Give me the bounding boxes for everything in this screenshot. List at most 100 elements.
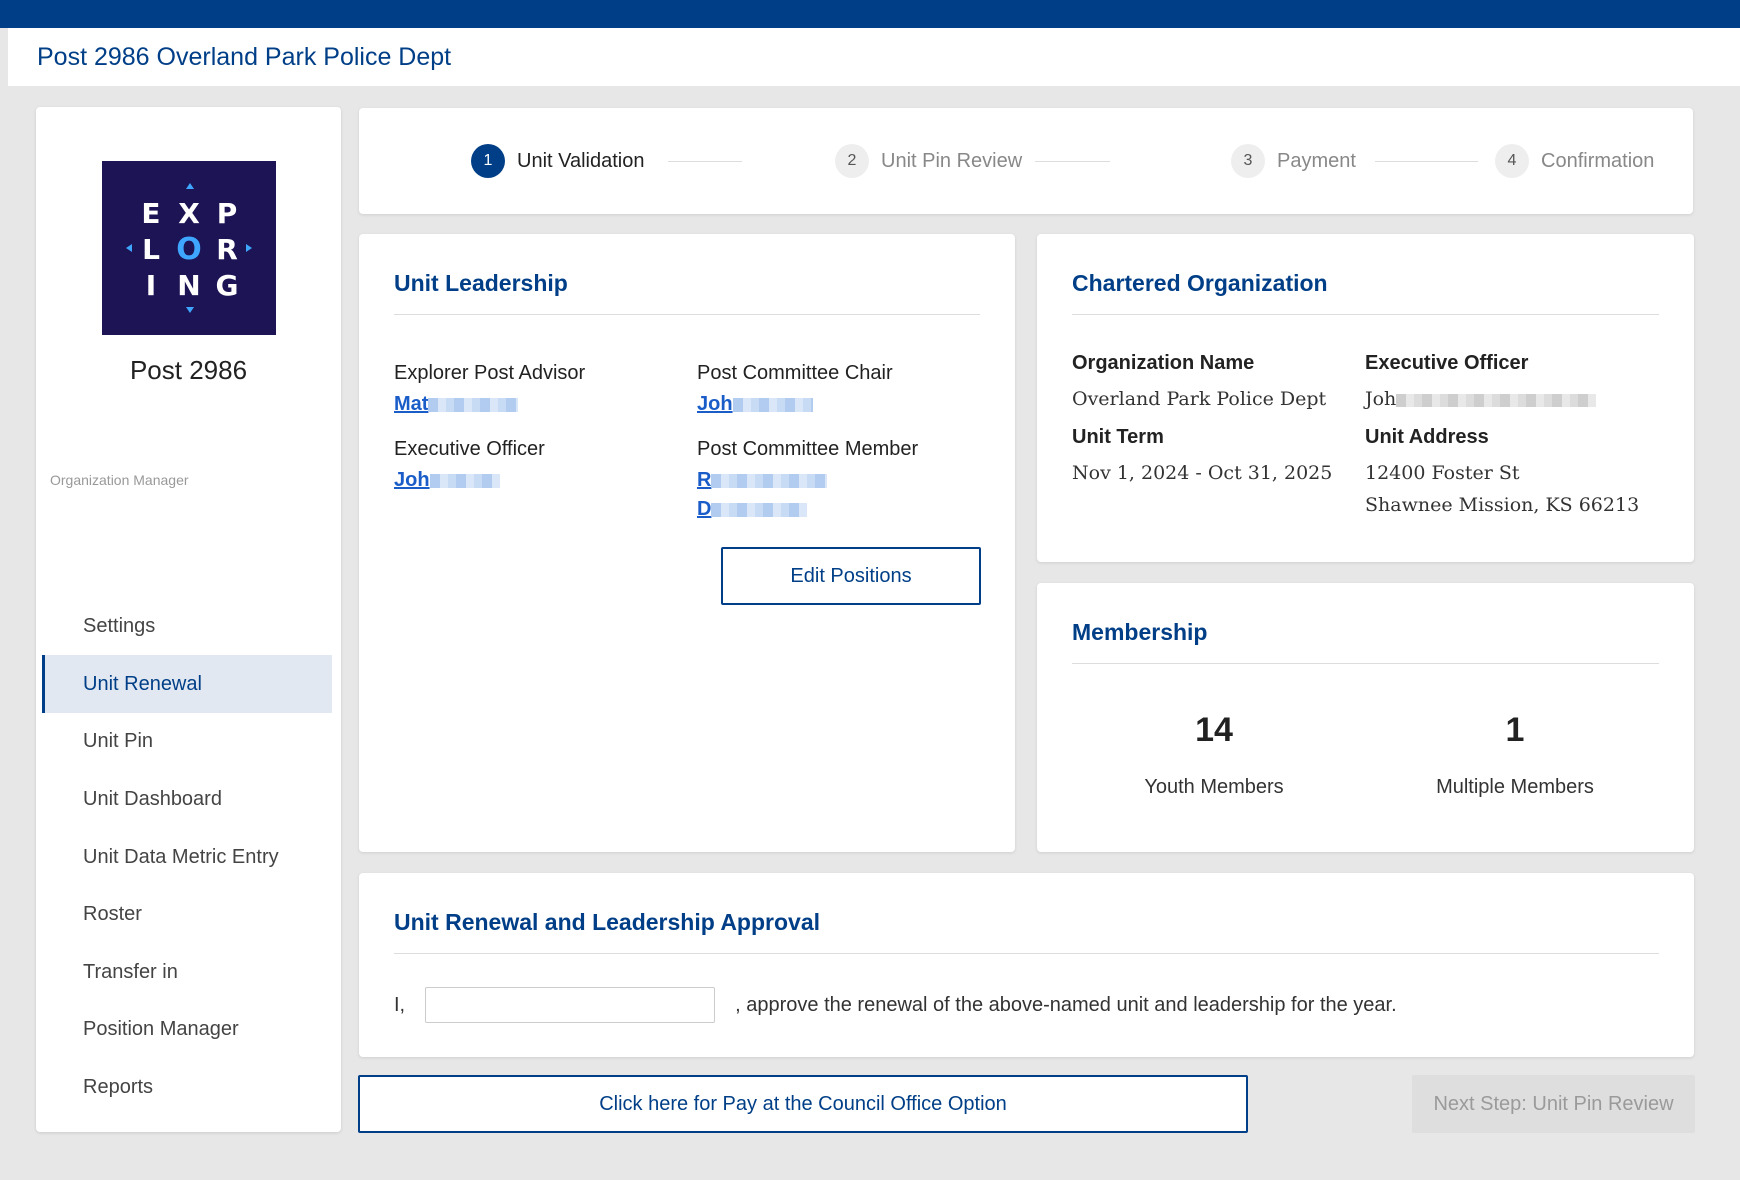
- committee-member-name-link[interactable]: R: [697, 469, 828, 492]
- redacted-name: [711, 502, 808, 517]
- sidebar-item-position-manager[interactable]: Position Manager: [42, 1000, 332, 1058]
- sidebar: E X P L O R I N G Post 2986 Organization…: [36, 107, 341, 1132]
- sidebar-item-unit-renewal[interactable]: Unit Renewal: [42, 655, 332, 713]
- approver-name-input[interactable]: [425, 987, 716, 1023]
- card-title: Unit Leadership: [394, 270, 568, 296]
- position-title: Post Committee Member: [697, 438, 919, 460]
- step-confirmation: 4 Confirmation: [1495, 108, 1654, 214]
- name-text: Joh: [1365, 388, 1397, 410]
- logo-letter: G: [215, 268, 239, 302]
- approval-prefix: I,: [394, 993, 406, 1016]
- step-label: Payment: [1277, 149, 1356, 172]
- logo-letter: X: [178, 196, 200, 230]
- position-title: Explorer Post Advisor: [394, 362, 586, 384]
- stat-caption: Youth Members: [1144, 776, 1284, 798]
- name-text: Joh: [697, 393, 733, 415]
- sidebar-item-transfer-in[interactable]: Transfer in: [42, 943, 332, 1001]
- title-bar: Post 2986 Overland Park Police Dept: [8, 28, 1740, 86]
- exploring-logo: E X P L O R I N G: [102, 161, 276, 335]
- top-bar: [0, 0, 1740, 28]
- name-text: Joh: [394, 469, 430, 491]
- logo-triangle-right: [246, 244, 252, 252]
- step-number-badge: 1: [471, 144, 505, 178]
- step-label: Unit Validation: [517, 149, 645, 172]
- sidebar-item-roster[interactable]: Roster: [42, 885, 332, 943]
- unit-term-block: Unit Term Nov 1, 2024 - Oct 31, 2025: [1072, 426, 1332, 489]
- redacted-name: [428, 397, 519, 412]
- stat-number: 1: [1505, 711, 1525, 749]
- stat-caption: Multiple Members: [1436, 776, 1594, 798]
- renewal-approval-card: Unit Renewal and Leadership Approval I, …: [359, 873, 1694, 1057]
- step-label: Confirmation: [1541, 149, 1655, 172]
- unit-leadership-card: Unit Leadership Explorer Post Advisor Ma…: [359, 234, 1015, 852]
- position-title: Post Committee Chair: [697, 362, 893, 384]
- committee-member-name-link[interactable]: D: [697, 498, 808, 521]
- stat-number: 14: [1195, 711, 1233, 749]
- exec-officer-block: Executive Officer Joh: [394, 438, 545, 498]
- post-name: Post 2986: [129, 355, 248, 385]
- step-unit-validation: 1 Unit Validation: [471, 108, 644, 214]
- sidebar-item-unit-data-metric-entry[interactable]: Unit Data Metric Entry: [42, 828, 332, 886]
- logo-letter: O: [176, 231, 202, 267]
- step-payment: 3 Payment: [1231, 108, 1356, 214]
- approval-sentence: I, , approve the renewal of the above-na…: [394, 987, 1397, 1023]
- step-connector: [1035, 161, 1110, 162]
- edit-positions-button[interactable]: Edit Positions: [721, 547, 981, 605]
- logo-letter: R: [216, 232, 238, 266]
- logo-letters: E X P L O R I N G: [132, 195, 246, 303]
- sidebar-item-unit-pin[interactable]: Unit Pin: [42, 712, 332, 770]
- page-title: Post 2986 Overland Park Police Dept: [37, 42, 452, 71]
- chartered-organization-card: Chartered Organization Organization Name…: [1037, 234, 1694, 562]
- field-label: Unit Address: [1365, 426, 1489, 448]
- advisor-name-link[interactable]: Mat: [394, 393, 519, 416]
- exec-officer-name-link[interactable]: Joh: [394, 469, 500, 492]
- card-title: Chartered Organization: [1072, 270, 1328, 296]
- logo-letter: L: [142, 232, 160, 266]
- step-connector: [1375, 161, 1478, 162]
- step-number-badge: 3: [1231, 144, 1265, 178]
- name-text: D: [697, 498, 712, 520]
- field-label: Organization Name: [1072, 352, 1255, 374]
- step-unit-pin-review: 2 Unit Pin Review: [835, 108, 1022, 214]
- chair-block: Post Committee Chair Joh: [697, 362, 893, 422]
- step-connector: [668, 161, 742, 162]
- divider: [394, 953, 1659, 954]
- logo-triangle-down: [186, 307, 194, 313]
- divider: [394, 314, 980, 315]
- logo-triangle-up: [186, 183, 194, 189]
- field-label: Executive Officer: [1365, 352, 1529, 374]
- membership-card: Membership 14 Youth Members 1 Multiple M…: [1037, 583, 1694, 852]
- unit-address-block: Unit Address 12400 Foster St Shawnee Mis…: [1365, 426, 1639, 521]
- step-number-badge: 2: [835, 144, 869, 178]
- next-step-button[interactable]: Next Step: Unit Pin Review: [1412, 1075, 1695, 1133]
- divider: [1072, 663, 1659, 664]
- sidebar-section-label: Organization Manager: [50, 472, 189, 488]
- position-title: Executive Officer: [394, 438, 545, 460]
- redacted-name: [1396, 393, 1597, 407]
- field-label: Unit Term: [1072, 426, 1164, 448]
- name-text: Mat: [394, 393, 429, 415]
- card-title: Membership: [1072, 619, 1208, 645]
- name-text: R: [697, 469, 712, 491]
- logo-letter: I: [145, 268, 157, 302]
- chair-name-link[interactable]: Joh: [697, 393, 813, 416]
- org-name-block: Organization Name Overland Park Police D…: [1072, 352, 1326, 415]
- renewal-stepper: 1 Unit Validation 2 Unit Pin Review 3 Pa…: [359, 108, 1693, 214]
- address-line: Shawnee Mission, KS 66213: [1365, 494, 1640, 516]
- logo-letter: P: [216, 196, 238, 230]
- step-number-badge: 4: [1495, 144, 1529, 178]
- committee-member-block: Post Committee Member R D: [697, 438, 918, 527]
- org-name-value: Overland Park Police Dept: [1072, 388, 1327, 410]
- logo-letter: E: [141, 196, 161, 230]
- step-label: Unit Pin Review: [881, 149, 1023, 172]
- redacted-name: [711, 473, 828, 488]
- card-title: Unit Renewal and Leadership Approval: [394, 909, 821, 935]
- multiple-members-stat: 1 Multiple Members: [1365, 711, 1665, 799]
- address-line: 12400 Foster St: [1365, 462, 1520, 484]
- sidebar-item-reports[interactable]: Reports: [42, 1058, 332, 1116]
- sidebar-item-unit-dashboard[interactable]: Unit Dashboard: [42, 770, 332, 828]
- logo-letter: N: [177, 268, 201, 302]
- sidebar-item-settings[interactable]: Settings: [42, 597, 332, 655]
- pay-at-council-office-button[interactable]: Click here for Pay at the Council Office…: [358, 1075, 1248, 1133]
- unit-term-value: Nov 1, 2024 - Oct 31, 2025: [1072, 462, 1333, 484]
